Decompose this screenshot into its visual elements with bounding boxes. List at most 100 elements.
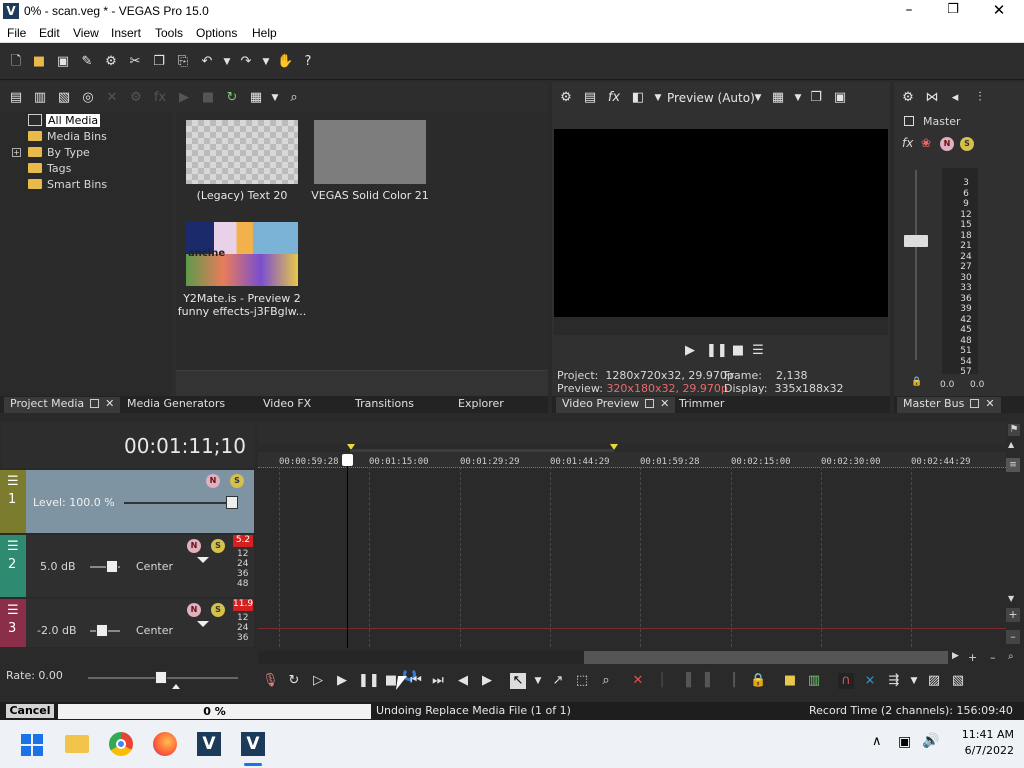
zoom-tool-icon[interactable]: ⌕ (598, 673, 614, 689)
solo-icon[interactable]: S (211, 603, 225, 617)
cut-icon[interactable]: ✂ (127, 54, 143, 70)
rate-slider-handle[interactable] (155, 671, 167, 684)
tree-item-all-media[interactable]: All Media (28, 114, 101, 129)
cancel-button[interactable]: Cancel (6, 704, 54, 718)
snapping-icon[interactable]: ∩ (838, 673, 854, 689)
zoom-in-horizontal-icon[interactable]: + (968, 651, 977, 664)
save-as-icon[interactable]: ✎ (79, 54, 95, 70)
ripple-dropdown-icon[interactable]: ▼ (906, 673, 922, 689)
tree-item-by-type[interactable]: By Type (28, 146, 90, 161)
new-file-icon[interactable]: 🗋 (8, 54, 24, 70)
views-icon[interactable]: ▦ (248, 90, 264, 106)
copy-icon[interactable]: ❐ (151, 54, 167, 70)
level-slider-handle[interactable] (226, 496, 238, 509)
preview-scrub-area[interactable] (554, 317, 888, 335)
edit-tool-dropdown-icon[interactable]: ▼ (530, 673, 546, 689)
scroll-up-icon[interactable]: ▲ (1008, 440, 1014, 449)
trim-icon[interactable]: │ (654, 673, 670, 689)
menu-tools[interactable]: Tools (155, 26, 183, 40)
save-icon[interactable]: ▣ (55, 54, 71, 70)
tree-item-tags[interactable]: Tags (28, 162, 71, 177)
undo-dropdown-icon[interactable]: ▼ (219, 54, 235, 70)
minimize-button[interactable]: – (896, 2, 922, 20)
preview-menu-icon[interactable]: ☰ (750, 343, 766, 359)
media-fx-icon[interactable]: fx (152, 90, 168, 106)
show-hidden-icons-chevron-icon[interactable]: ∧ (872, 734, 882, 749)
track-number-tab[interactable]: ☰ 2 (0, 535, 26, 597)
playhead-handle[interactable] (342, 454, 353, 466)
trim-start-icon[interactable]: ▐ (678, 673, 694, 689)
timeline-scroll-thumb[interactable] (584, 651, 948, 664)
insert-region-icon[interactable]: ▥ (806, 673, 822, 689)
envelope-tool-icon[interactable]: ↗ (550, 673, 566, 689)
play-media-icon[interactable]: ▶ (176, 90, 192, 106)
clock-date[interactable]: 6/7/2022 (950, 744, 1014, 757)
mixer-narrow-icon[interactable]: ⋈ (924, 90, 940, 106)
start-windows-icon[interactable] (21, 734, 43, 756)
track-header-audio-3[interactable]: ☰ 3 N S 11.9 -2.0 dB Center 12 24 36 (0, 599, 254, 647)
pan-slider-handle[interactable] (197, 621, 209, 627)
close-icon[interactable]: ✕ (105, 397, 114, 410)
delete-icon[interactable]: ✕ (630, 673, 646, 689)
track-header-video-1[interactable]: ☰ 1 N S Level: 100.0 % (0, 470, 254, 533)
play-icon[interactable]: ▶ (334, 673, 350, 689)
stop-media-icon[interactable]: ■ (200, 90, 216, 106)
copy-snapshot-icon[interactable]: ❐ (808, 90, 824, 106)
mixer-speaker-icon[interactable]: ◂ (947, 90, 963, 106)
undock-icon[interactable] (970, 399, 980, 408)
solo-icon[interactable]: S (960, 137, 974, 151)
pause-icon[interactable]: ❚❚ (706, 343, 728, 359)
preview-quality-dropdown-icon[interactable]: ▼ (750, 90, 766, 106)
master-properties-icon[interactable]: ❀ (921, 136, 931, 150)
chrome-icon[interactable] (109, 732, 133, 756)
preview-device-icon[interactable]: ▤ (582, 90, 598, 106)
trim-end-icon[interactable]: ▌ (702, 673, 718, 689)
menu-edit[interactable]: Edit (39, 26, 60, 40)
tree-item-media-bins[interactable]: Media Bins (28, 130, 107, 145)
undock-icon[interactable] (645, 399, 655, 408)
menu-options[interactable]: Options (196, 26, 237, 40)
split-screen-icon[interactable]: ◧ (630, 90, 646, 106)
play-icon[interactable]: ▶ (682, 343, 698, 359)
next-frame-icon[interactable]: ▶︎ (479, 673, 495, 689)
go-to-start-icon[interactable]: ⏮ (408, 673, 424, 689)
solo-icon[interactable]: S (211, 539, 225, 553)
preview-screen[interactable] (554, 129, 888, 317)
tab-media-generators[interactable]: Media Generators (127, 397, 225, 410)
tab-transitions[interactable]: Transitions (355, 397, 414, 410)
lock-icon[interactable]: 🔒 (911, 377, 922, 387)
volume-icon[interactable]: 🔊 (922, 733, 939, 749)
master-fx-icon[interactable]: fx (902, 136, 913, 150)
menu-help[interactable]: Help (252, 26, 277, 40)
open-folder-icon[interactable]: ■ (31, 54, 47, 70)
play-from-start-icon[interactable]: ▷ (310, 673, 326, 689)
tab-video-fx[interactable]: Video FX (263, 397, 311, 410)
get-media-icon[interactable]: ▧ (56, 90, 72, 106)
file-explorer-icon[interactable] (65, 735, 89, 753)
remove-media-icon[interactable]: ✕ (104, 90, 120, 106)
media-thumb-video[interactable]: ancine (186, 222, 298, 286)
video-output-fx-icon[interactable]: fx (606, 90, 622, 106)
import-media-icon[interactable]: ▤ (8, 90, 24, 106)
capture-icon[interactable]: ▥ (32, 90, 48, 106)
tab-explorer[interactable]: Explorer (458, 397, 504, 410)
auto-crossfade-icon[interactable]: ⨯ (862, 673, 878, 689)
ripple-edit-icon[interactable]: ⇶ (886, 673, 902, 689)
split-dropdown-icon[interactable]: ▼ (650, 90, 666, 106)
preview-quality-select[interactable]: Preview (Auto) (667, 91, 755, 105)
auto-preview-icon[interactable]: ↻ (224, 90, 240, 106)
track-header-audio-2[interactable]: ☰ 2 N S 5.2 5.0 dB Center 12 24 36 48 (0, 535, 254, 597)
web-media-icon[interactable]: ◎ (80, 90, 96, 106)
menu-insert[interactable]: Insert (111, 26, 141, 40)
overlays-grid-icon[interactable]: ▦ (770, 90, 786, 106)
close-window-button[interactable]: ✕ (986, 1, 1012, 19)
track-list-menu-icon[interactable]: ≡ (1006, 458, 1020, 472)
insert-marker-icon[interactable]: ■ (782, 673, 798, 689)
save-snapshot-icon[interactable]: ▣ (832, 90, 848, 106)
maximize-button[interactable]: ❐ (940, 2, 966, 20)
tab-trimmer[interactable]: Trimmer (679, 397, 724, 410)
stop-icon[interactable]: ■ (730, 343, 746, 359)
selection-tool-icon[interactable]: ⬚ (574, 673, 590, 689)
normal-edit-tool-icon[interactable]: ↖ (510, 673, 526, 689)
master-checkbox[interactable] (904, 116, 914, 126)
